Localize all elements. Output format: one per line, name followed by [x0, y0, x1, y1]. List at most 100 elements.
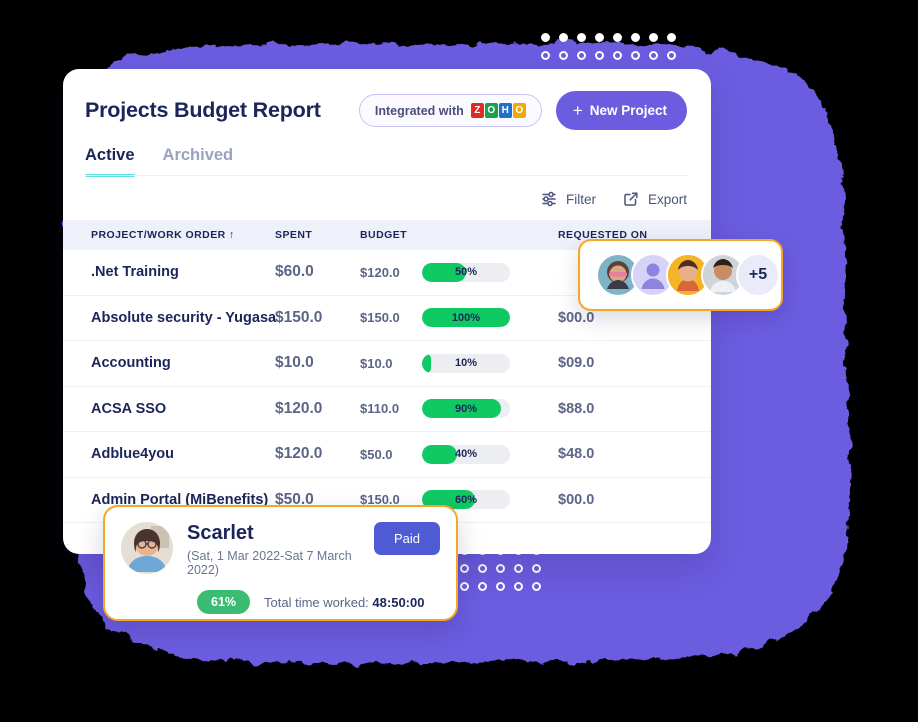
dot	[532, 564, 541, 573]
export-button[interactable]: Export	[622, 190, 687, 208]
export-icon	[624, 192, 638, 206]
dot	[613, 33, 622, 42]
dot	[667, 33, 676, 42]
dot-row	[541, 51, 685, 69]
dot	[514, 564, 523, 573]
dot	[460, 564, 469, 573]
dot	[541, 51, 550, 60]
cell-project-name: .Net Training	[91, 264, 179, 281]
tab-active[interactable]: Active	[85, 146, 135, 177]
progress-bar: 50%	[422, 262, 510, 282]
avatar-overflow-count[interactable]: +5	[736, 253, 780, 297]
cell-project-name: ACSA SSO	[91, 400, 167, 417]
dot	[631, 51, 640, 60]
cell-requested-on: $09.0	[558, 355, 595, 372]
dot	[577, 33, 586, 42]
dot	[649, 51, 658, 60]
cell-progress: 90%	[422, 399, 542, 419]
progress-bar: 90%	[422, 399, 510, 419]
progress-label: 100%	[451, 311, 481, 324]
progress-label: 90%	[454, 402, 478, 415]
zoho-letter: O	[512, 103, 526, 118]
card-header: Projects Budget Report Integrated with Z…	[63, 69, 711, 130]
dot	[559, 33, 568, 42]
progress-bar: 10%	[422, 353, 510, 373]
cell-spent: $10.0	[275, 354, 314, 372]
table-row[interactable]: Adblue4you $120.0 $50.0 40% $48.0	[63, 432, 711, 478]
cell-spent: $150.0	[275, 308, 323, 326]
scarlet-total-time: Total time worked: 48:50:00	[264, 595, 424, 610]
new-project-button[interactable]: + New Project	[555, 91, 687, 130]
cell-requested-on: $00.0	[558, 309, 595, 326]
progress-bar: 40%	[422, 444, 510, 464]
paid-status-button[interactable]: Paid	[373, 522, 440, 555]
scarlet-avatar	[121, 522, 173, 574]
progress-label: 40%	[454, 448, 478, 461]
cell-budget: $110.0	[360, 401, 400, 417]
dot	[496, 564, 505, 573]
dot	[595, 51, 604, 60]
dot	[532, 582, 541, 591]
table-toolbar: Filter Export	[63, 176, 711, 220]
cell-progress: 40%	[422, 444, 542, 464]
column-header-budget[interactable]: BUDGET	[360, 229, 422, 241]
table-row[interactable]: Accounting $10.0 $10.0 10% $09.0	[63, 341, 711, 387]
progress-bar: 100%	[422, 308, 510, 328]
dot	[667, 51, 676, 60]
tab-bar: Active Archived	[63, 146, 711, 177]
cell-budget: $150.0	[360, 310, 400, 326]
dot	[577, 51, 586, 60]
cell-requested-on: $00.0	[558, 491, 595, 508]
scarlet-timesheet-popover[interactable]: Scarlet (Sat, 1 Mar 2022-Sat 7 March 202…	[103, 505, 458, 621]
dot-row	[460, 582, 550, 600]
cell-progress: 10%	[422, 353, 542, 373]
cell-project-name: Accounting	[91, 355, 171, 372]
total-time-label: Total time worked:	[264, 594, 369, 610]
column-header-spent[interactable]: SPENT	[275, 229, 360, 241]
tab-archived[interactable]: Archived	[163, 146, 234, 176]
scarlet-date-range: (Sat, 1 Mar 2022-Sat 7 March 2022)	[187, 549, 352, 577]
dot-row	[541, 33, 685, 51]
cell-budget: $10.0	[360, 355, 393, 371]
dot	[496, 582, 505, 591]
screenshot-root: Projects Budget Report Integrated with Z…	[0, 0, 918, 722]
dot	[478, 582, 487, 591]
cell-requested-on: $88.0	[558, 400, 595, 417]
zoho-letter: H	[498, 103, 512, 118]
cell-spent: $120.0	[275, 445, 323, 463]
cell-requested-on: $48.0	[558, 446, 595, 463]
requested-by-avatars-popover[interactable]: +5	[578, 239, 783, 311]
cell-budget: $120.0	[360, 264, 400, 280]
filter-button[interactable]: Filter	[540, 190, 596, 208]
zoho-letter: Z	[470, 103, 484, 118]
dot	[541, 33, 550, 42]
header-actions: Integrated with Z O H O + New Project	[358, 91, 687, 130]
dot-grid-top	[541, 33, 685, 69]
cell-budget: $50.0	[360, 446, 393, 462]
avatar-photo-icon	[121, 522, 173, 574]
new-project-label: New Project	[589, 103, 667, 118]
plus-icon: +	[572, 101, 583, 120]
dot	[631, 33, 640, 42]
cell-spent: $120.0	[275, 399, 323, 417]
dot	[649, 33, 658, 42]
scarlet-name: Scarlet	[187, 522, 254, 544]
cell-progress: 100%	[422, 308, 542, 328]
zoho-letter: O	[484, 103, 498, 118]
dot	[514, 582, 523, 591]
cell-project-name: Absolute security - Yugasa	[91, 309, 277, 326]
scarlet-footer: 61% Total time worked: 48:50:00	[197, 590, 440, 614]
dot	[460, 582, 469, 591]
progress-label: 10%	[454, 357, 478, 370]
cell-progress: 50%	[422, 262, 542, 282]
filter-label: Filter	[565, 191, 596, 207]
table-row[interactable]: ACSA SSO $120.0 $110.0 90% $88.0	[63, 387, 711, 432]
export-label: Export	[647, 191, 687, 207]
progress-label: 50%	[454, 266, 478, 279]
column-header-project[interactable]: PROJECT/WORK ORDER ↑	[63, 229, 275, 241]
dot	[478, 564, 487, 573]
scarlet-info: Scarlet (Sat, 1 Mar 2022-Sat 7 March 202…	[187, 522, 360, 577]
integrated-with-badge: Integrated with Z O H O	[358, 94, 542, 127]
page-title: Projects Budget Report	[85, 98, 321, 122]
dot-row	[460, 564, 550, 582]
